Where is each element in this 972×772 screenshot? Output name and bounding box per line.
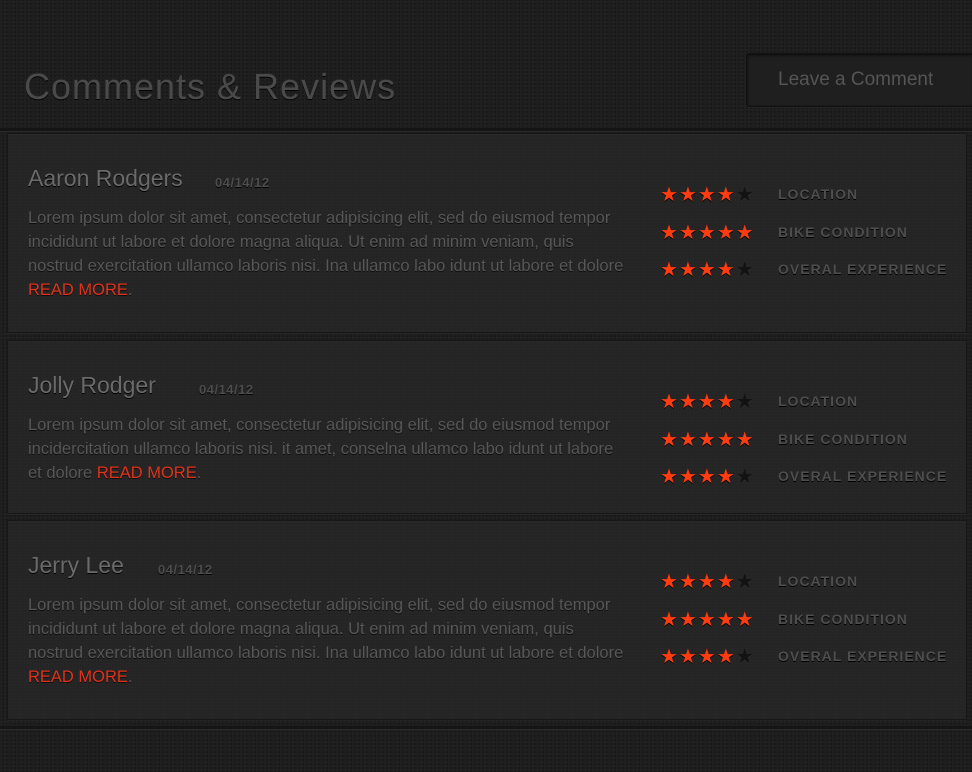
star-filled-icon: ★ <box>735 220 755 244</box>
star-rating: ★★★★★ <box>660 258 778 280</box>
star-rating: ★★★★★ <box>660 428 778 450</box>
star-filled-icon: ★ <box>660 182 679 206</box>
star-filled-icon: ★ <box>660 464 679 488</box>
star-empty-icon: ★ <box>735 644 755 668</box>
star-filled-icon: ★ <box>678 644 698 668</box>
star-filled-icon: ★ <box>678 182 698 206</box>
star-filled-icon: ★ <box>697 257 717 281</box>
rating-label: LOCATION <box>778 186 859 202</box>
rating-row-location: ★★★★★ LOCATION <box>660 183 858 205</box>
star-filled-icon: ★ <box>678 257 698 281</box>
star-rating: ★★★★★ <box>660 390 778 412</box>
review-date: 04/14/12 <box>199 382 254 397</box>
star-filled-icon: ★ <box>678 569 698 593</box>
rating-row-overall-experience: ★★★★★ OVERAL EXPERIENCE <box>660 258 947 280</box>
star-filled-icon: ★ <box>716 182 736 206</box>
star-filled-icon: ★ <box>716 427 736 451</box>
review-text: Lorem ipsum dolor sit amet, consectetur … <box>28 209 624 275</box>
star-filled-icon: ★ <box>697 182 717 206</box>
review-body: Lorem ipsum dolor sit amet, consectetur … <box>28 593 628 689</box>
star-filled-icon: ★ <box>697 220 717 244</box>
star-empty-icon: ★ <box>735 464 755 488</box>
star-rating: ★★★★★ <box>660 183 778 205</box>
read-more-link[interactable]: READ MORE <box>97 464 197 482</box>
review-date: 04/14/12 <box>158 562 213 577</box>
star-filled-icon: ★ <box>716 257 736 281</box>
star-rating: ★★★★★ <box>660 645 778 667</box>
star-filled-icon: ★ <box>735 427 755 451</box>
star-filled-icon: ★ <box>697 389 717 413</box>
rating-label: BIKE CONDITION <box>778 611 908 627</box>
leave-comment-button[interactable]: Leave a Comment <box>746 53 972 107</box>
rating-row-overall-experience: ★★★★★ OVERAL EXPERIENCE <box>660 465 947 487</box>
reviewer-name: Aaron Rodgers <box>28 165 183 191</box>
review-card: Aaron Rodgers 04/14/12 Lorem ipsum dolor… <box>7 133 967 333</box>
star-filled-icon: ★ <box>697 569 717 593</box>
rating-row-bike-condition: ★★★★★ BIKE CONDITION <box>660 428 908 450</box>
rating-row-location: ★★★★★ LOCATION <box>660 390 858 412</box>
review-text: Lorem ipsum dolor sit amet, consectetur … <box>28 596 624 662</box>
star-filled-icon: ★ <box>660 607 679 631</box>
rating-label: OVERAL EXPERIENCE <box>778 261 948 277</box>
star-filled-icon: ★ <box>716 220 736 244</box>
star-empty-icon: ★ <box>735 569 755 593</box>
star-filled-icon: ★ <box>660 644 679 668</box>
star-filled-icon: ★ <box>697 607 717 631</box>
rating-label: OVERAL EXPERIENCE <box>778 648 948 664</box>
star-filled-icon: ★ <box>678 464 698 488</box>
star-filled-icon: ★ <box>716 644 736 668</box>
rating-label: LOCATION <box>778 393 859 409</box>
period: . <box>196 464 202 482</box>
rating-row-location: ★★★★★ LOCATION <box>660 570 858 592</box>
rating-row-bike-condition: ★★★★★ BIKE CONDITION <box>660 221 908 243</box>
period: . <box>127 281 133 299</box>
star-filled-icon: ★ <box>660 220 679 244</box>
star-filled-icon: ★ <box>716 607 736 631</box>
star-empty-icon: ★ <box>735 389 755 413</box>
page-title: Comments & Reviews <box>24 66 397 107</box>
star-filled-icon: ★ <box>735 607 755 631</box>
review-date: 04/14/12 <box>215 175 270 190</box>
rating-label: BIKE CONDITION <box>778 224 908 240</box>
star-filled-icon: ★ <box>716 389 736 413</box>
star-filled-icon: ★ <box>678 427 698 451</box>
star-filled-icon: ★ <box>716 464 736 488</box>
star-filled-icon: ★ <box>660 427 679 451</box>
header-divider <box>0 128 972 132</box>
review-body: Lorem ipsum dolor sit amet, consectetur … <box>28 413 628 485</box>
star-empty-icon: ★ <box>735 257 755 281</box>
star-filled-icon: ★ <box>697 644 717 668</box>
rating-label: BIKE CONDITION <box>778 431 908 447</box>
star-filled-icon: ★ <box>678 607 698 631</box>
read-more-link[interactable]: READ MORE <box>28 668 128 686</box>
star-rating: ★★★★★ <box>660 570 778 592</box>
read-more-link[interactable]: READ MORE <box>28 281 128 299</box>
reviewer-name: Jerry Lee <box>28 552 124 578</box>
star-filled-icon: ★ <box>660 389 679 413</box>
reviewer-name: Jolly Rodger <box>28 372 156 398</box>
rating-row-bike-condition: ★★★★★ BIKE CONDITION <box>660 608 908 630</box>
rating-label: OVERAL EXPERIENCE <box>778 468 948 484</box>
star-empty-icon: ★ <box>735 182 755 206</box>
rating-row-overall-experience: ★★★★★ OVERAL EXPERIENCE <box>660 645 947 667</box>
star-filled-icon: ★ <box>697 427 717 451</box>
star-rating: ★★★★★ <box>660 221 778 243</box>
star-rating: ★★★★★ <box>660 465 778 487</box>
period: . <box>127 668 133 686</box>
star-filled-icon: ★ <box>678 220 698 244</box>
star-filled-icon: ★ <box>678 389 698 413</box>
star-filled-icon: ★ <box>716 569 736 593</box>
review-body: Lorem ipsum dolor sit amet, consectetur … <box>28 206 628 302</box>
star-filled-icon: ★ <box>660 569 679 593</box>
footer-divider <box>0 726 972 730</box>
star-filled-icon: ★ <box>660 257 679 281</box>
review-card: Jolly Rodger 04/14/12 Lorem ipsum dolor … <box>7 340 967 514</box>
star-filled-icon: ★ <box>697 464 717 488</box>
star-rating: ★★★★★ <box>660 608 778 630</box>
rating-label: LOCATION <box>778 573 859 589</box>
review-card: Jerry Lee 04/14/12 Lorem ipsum dolor sit… <box>7 520 967 720</box>
